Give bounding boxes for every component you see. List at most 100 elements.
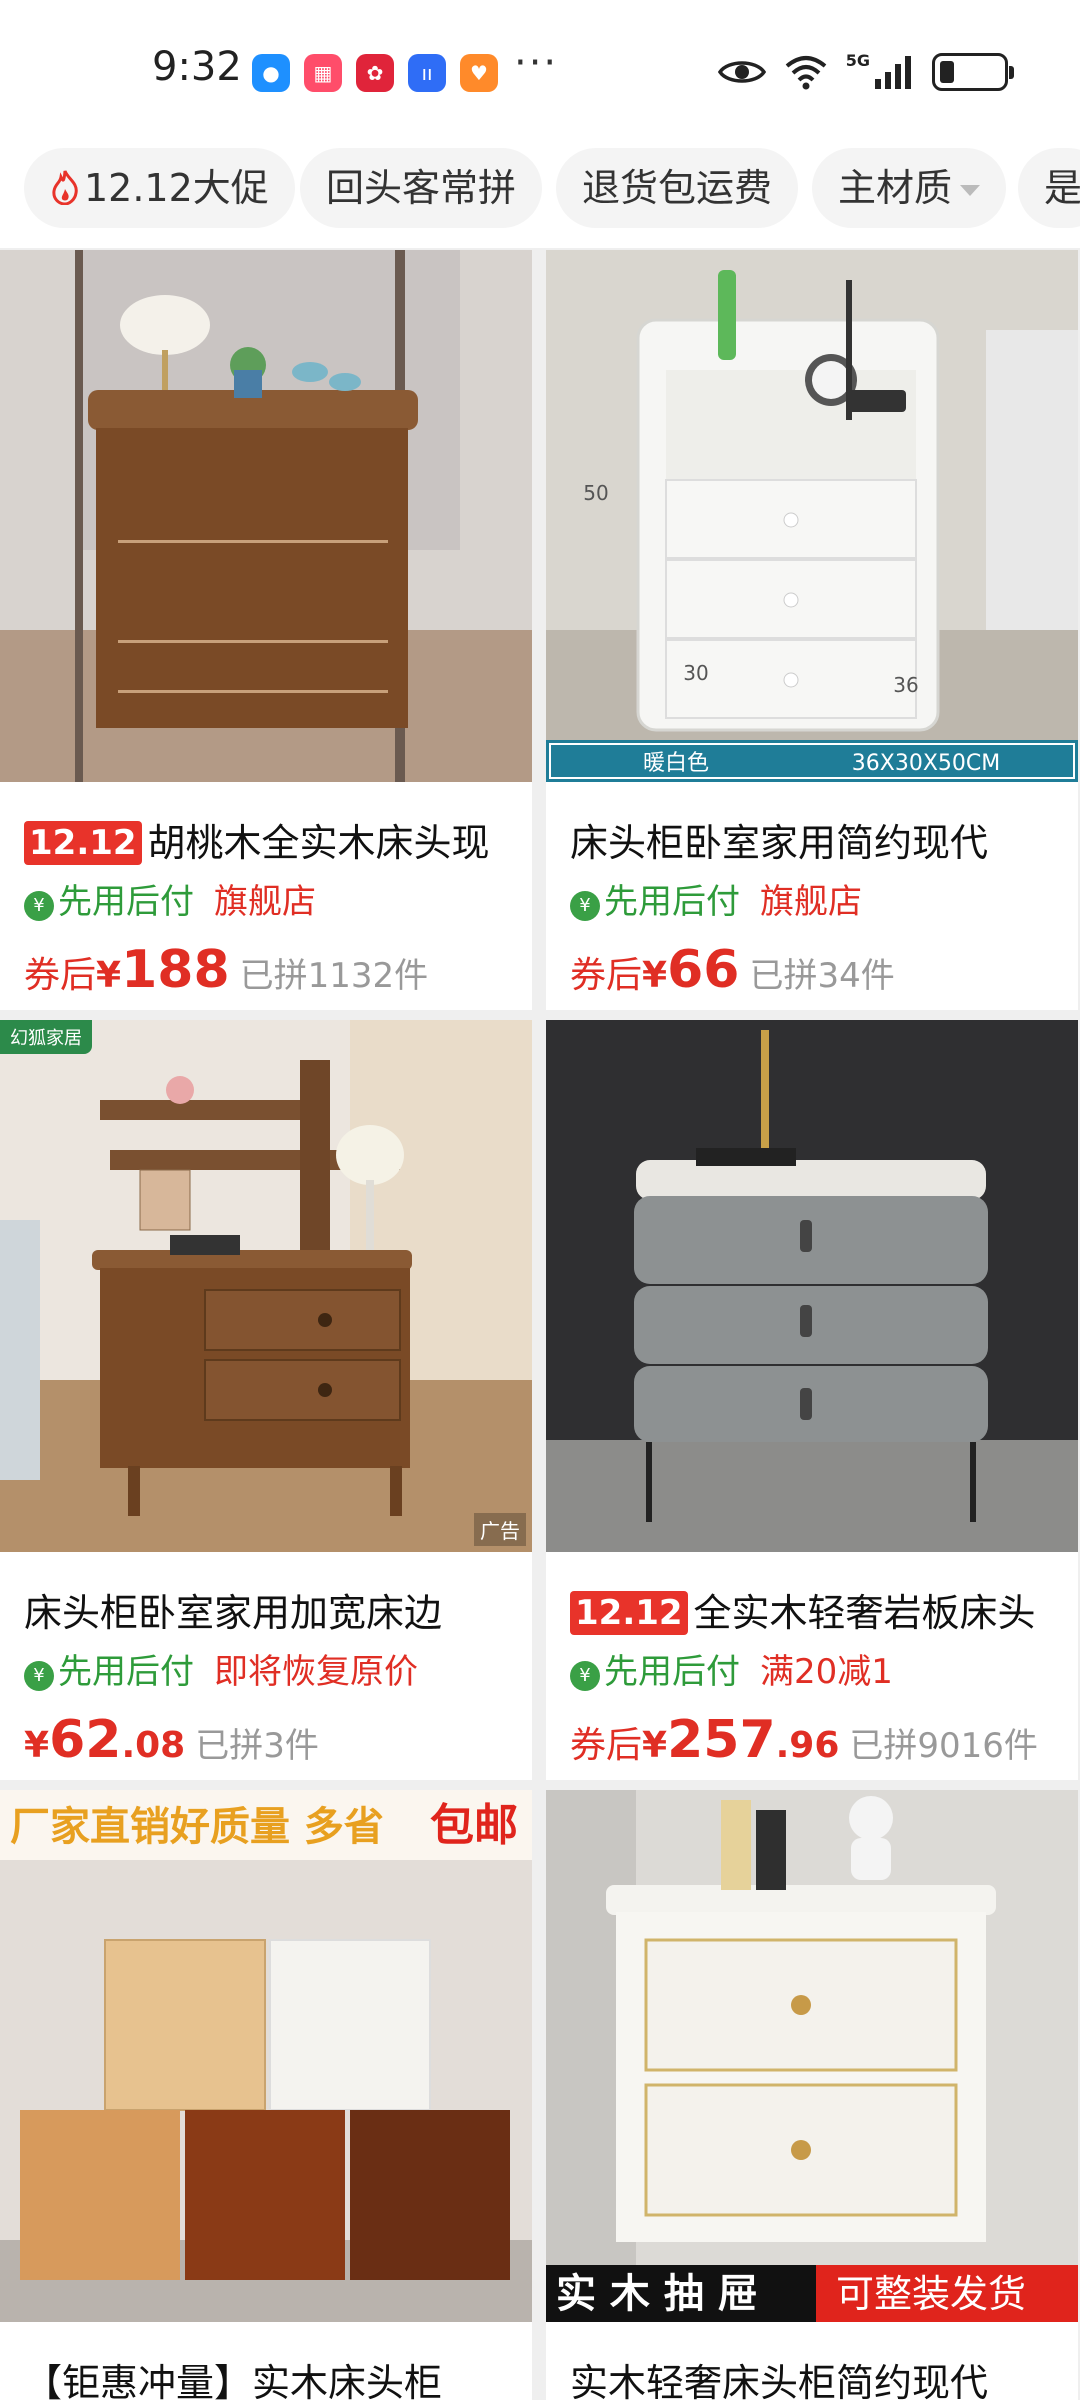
more-notifications-icon: ···: [514, 40, 559, 86]
currency-symbol: ¥: [642, 955, 668, 996]
price-integer: 62: [49, 1710, 122, 1770]
product-image: 厂家直销好质量 多省 包邮: [0, 1790, 532, 2322]
pay-later-icon: ¥: [24, 891, 54, 921]
product-title-text: 【钜惠冲量】实木床头柜: [24, 2361, 443, 2400]
bear-icon: ✿: [356, 54, 394, 92]
dim-width: 36: [893, 673, 918, 697]
sold-count: 已拼3件: [195, 1726, 319, 1766]
pay-later-label: 先用后付: [604, 1652, 740, 1692]
promo-badge: 12.12: [24, 821, 142, 865]
product-card[interactable]: 幻狐家居 广告 床头柜卧室家用加宽床边 ¥ 先用后付 即将恢复原价 ¥62.08 已拼…: [0, 1020, 532, 1780]
pay-later-label: 先用后付: [604, 882, 740, 922]
dim-height: 50: [583, 481, 608, 505]
image-size-text: 36X30X50CM: [852, 751, 1000, 776]
product-title-text: 胡桃木全实木床头现: [147, 821, 490, 865]
product-title-text: 床头柜卧室家用简约现代: [570, 821, 989, 865]
filter-chip-1212[interactable]: 12.12大促: [24, 148, 295, 228]
price-decimal: .96: [775, 1725, 840, 1766]
banner-text: 厂家直销好质量 多省: [10, 1804, 384, 1850]
price-prefix: 券后: [24, 955, 97, 996]
price-prefix: 券后: [570, 955, 643, 996]
currency-symbol: ¥: [24, 1725, 50, 1766]
filter-chip-label: 退货包运费: [582, 166, 773, 210]
health-icon: ♥: [460, 54, 498, 92]
ad-label: 广告: [474, 1513, 526, 1546]
sold-count: 已拼9016件: [849, 1726, 1038, 1766]
product-tag: 旗舰店: [214, 882, 316, 922]
price-decimal: .08: [121, 1725, 186, 1766]
product-title-text: 床头柜卧室家用加宽床边: [24, 1591, 443, 1635]
dim-depth: 30: [683, 661, 708, 685]
product-price: 券后¥257.96 已拼9016件: [570, 1710, 1038, 1770]
pay-later-label: 先用后付: [58, 1652, 194, 1692]
currency-symbol: ¥: [642, 1725, 668, 1766]
product-title: 12.12 全实木轻奢岩板床头: [570, 1582, 1070, 1637]
product-title: 床头柜卧室家用加宽床边: [24, 1582, 524, 1637]
filter-chip-repeat-buyers[interactable]: 回头客常拼: [300, 148, 543, 228]
system-status: 5G: [717, 50, 1014, 94]
product-card[interactable]: 12.12 全实木轻奢岩板床头 ¥ 先用后付 满20减1 券后¥257.96 已拼901…: [546, 1020, 1078, 1780]
wifi-icon: [785, 56, 827, 90]
pay-later-label: 先用后付: [58, 882, 194, 922]
product-tag: 即将恢复原价: [214, 1652, 418, 1692]
brand-corner-logo: 幻狐家居: [0, 1020, 92, 1054]
product-tag: 旗舰店: [760, 882, 862, 922]
product-title-text: 实木轻奢床头柜简约现代: [570, 2361, 989, 2400]
product-image: 实 木 抽 屉 可整装发货: [546, 1790, 1078, 2322]
product-title: 床头柜卧室家用简约现代: [570, 812, 1070, 867]
product-image: 幻狐家居 广告: [0, 1020, 532, 1552]
chevron-down-icon: [960, 185, 981, 196]
pay-later-icon: ¥: [570, 1661, 600, 1691]
price-integer: 257: [667, 1710, 776, 1770]
product-meta: ¥ 先用后付 旗舰店: [570, 874, 862, 923]
filter-chip-label: 12.12大促: [84, 166, 269, 210]
audio-icon: ıı: [408, 54, 446, 92]
price-integer: 66: [667, 940, 740, 1000]
flame-icon: [52, 170, 78, 206]
product-card[interactable]: 实 木 抽 屉 可整装发货 实木轻奢床头柜简约现代: [546, 1790, 1078, 2400]
filter-bar: 12.12大促 回头客常拼 退货包运费 主材质 是: [0, 140, 1080, 248]
product-tag: 满20减1: [760, 1652, 893, 1692]
banner-highlight: 包邮: [430, 1800, 518, 1851]
product-meta: ¥ 先用后付 满20减1: [570, 1644, 893, 1693]
filter-chip-more[interactable]: 是: [1018, 148, 1080, 228]
product-price: 券后¥188 已拼1132件: [24, 940, 428, 1000]
product-title-text: 全实木轻奢岩板床头: [693, 1591, 1036, 1635]
product-card[interactable]: 厂家直销好质量 多省 包邮 【钜惠冲量】实木床头柜: [0, 1790, 532, 2400]
filter-chip-label: 是: [1044, 166, 1080, 210]
banner-text: 实 木 抽 屉: [556, 2271, 758, 2317]
status-bar: 9:32 ● ▦ ✿ ıı ♥ ··· 5G: [0, 0, 1080, 140]
product-title: 12.12 胡桃木全实木床头现: [24, 812, 524, 867]
battery-icon: [932, 53, 1014, 91]
product-title: 实木轻奢床头柜简约现代: [570, 2352, 1070, 2400]
sold-count: 已拼34件: [749, 956, 895, 996]
network-type: 5G: [845, 50, 870, 70]
product-meta: ¥ 先用后付 旗舰店: [24, 874, 316, 923]
filter-chip-label: 主材质: [838, 166, 953, 210]
status-time: 9:32: [152, 44, 242, 90]
price-integer: 188: [121, 940, 230, 1000]
message-icon: ●: [252, 54, 290, 92]
currency-symbol: ¥: [96, 955, 122, 996]
eye-icon: [717, 61, 766, 83]
filter-chip-free-return[interactable]: 退货包运费: [556, 148, 799, 228]
product-image: 暖白色 36X30X50CM 50 30 36: [546, 250, 1078, 782]
signal-icon: [875, 56, 911, 89]
product-card[interactable]: 12.12 胡桃木全实木床头现 ¥ 先用后付 旗舰店 券后¥188 已拼1132件: [0, 250, 532, 1010]
product-title: 【钜惠冲量】实木床头柜: [24, 2352, 524, 2400]
product-price: 券后¥66 已拼34件: [570, 940, 895, 1000]
app-icon: ▦: [304, 54, 342, 92]
product-meta: ¥ 先用后付 即将恢复原价: [24, 1644, 418, 1693]
sold-count: 已拼1132件: [239, 956, 429, 996]
image-color-text: 暖白色: [643, 751, 709, 776]
pay-later-icon: ¥: [570, 891, 600, 921]
filter-chip-material[interactable]: 主材质: [812, 148, 1007, 228]
product-price: ¥62.08 已拼3件: [24, 1710, 319, 1770]
product-image: [0, 250, 532, 782]
price-prefix: 券后: [570, 1725, 643, 1766]
banner-highlight: 可整装发货: [836, 2272, 1026, 2316]
pay-later-icon: ¥: [24, 1661, 54, 1691]
product-image: [546, 1020, 1078, 1552]
promo-badge: 12.12: [570, 1591, 688, 1635]
product-card[interactable]: 暖白色 36X30X50CM 50 30 36 床头柜卧室家用简约现代 ¥ 先用后…: [546, 250, 1078, 1010]
